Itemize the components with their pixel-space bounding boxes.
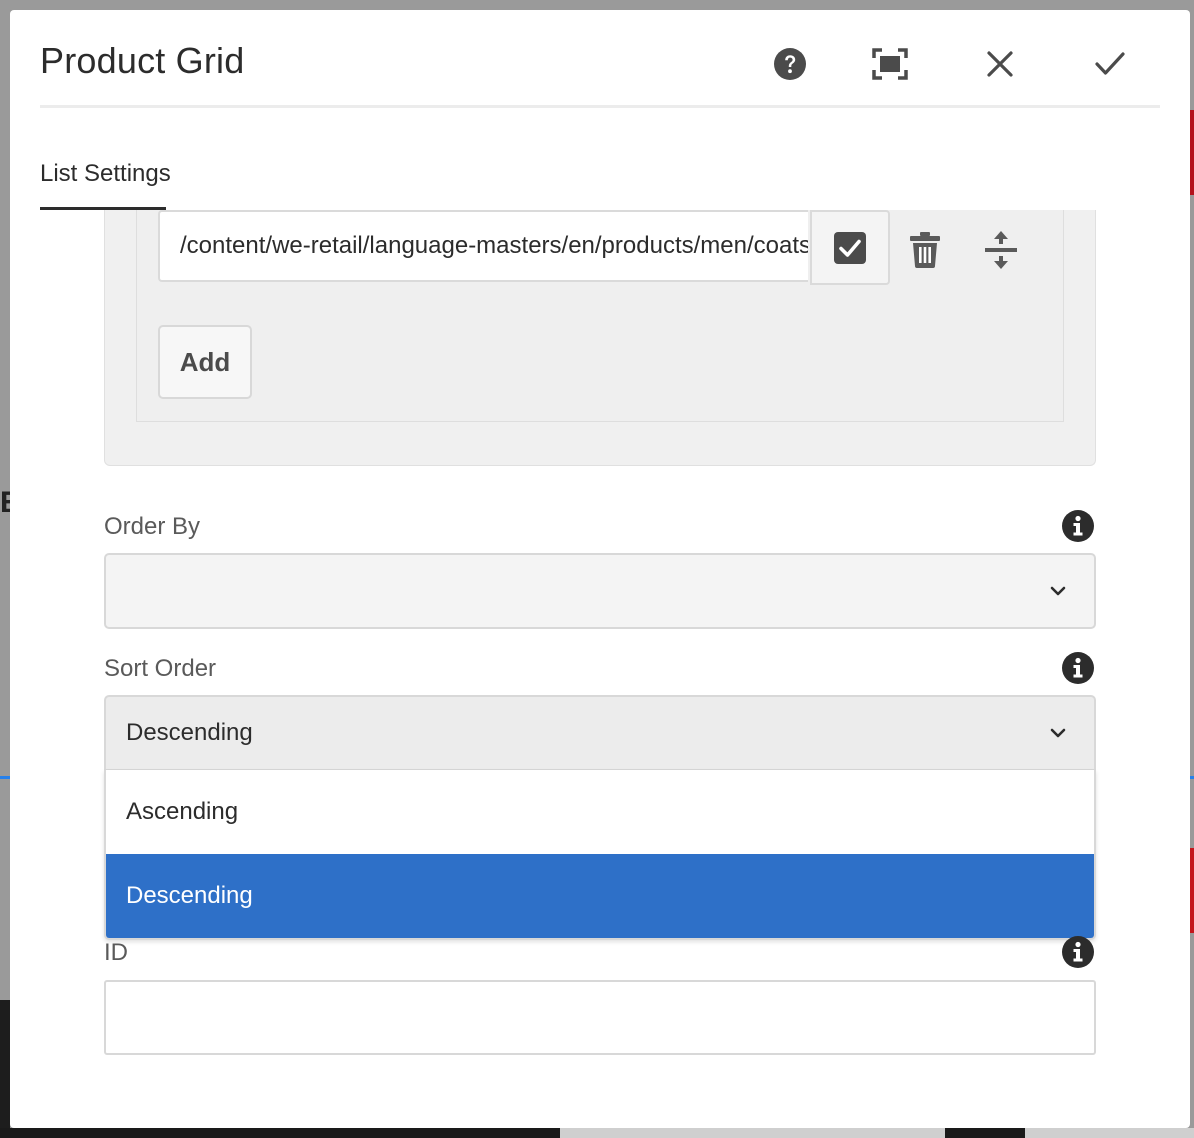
sort-order-label: Sort Order — [104, 655, 217, 682]
chevron-down-icon — [1050, 586, 1066, 596]
id-input[interactable] — [104, 980, 1096, 1055]
background-image-fragment — [1190, 848, 1194, 933]
checkbox-checked-icon — [834, 231, 866, 264]
background-image-fragment — [1190, 110, 1194, 195]
add-item-button[interactable]: Add — [158, 325, 252, 399]
checkmark-icon — [1095, 52, 1125, 75]
info-icon[interactable] — [1061, 509, 1095, 543]
background-accent-line — [0, 776, 10, 779]
tab-list-settings[interactable]: List Settings — [40, 160, 171, 188]
path-field-input[interactable]: /content/we-retail/language-masters/en/p… — [158, 210, 808, 282]
product-grid-dialog: Product Grid List Settings /content/we-r… — [10, 10, 1190, 1128]
trash-icon — [910, 232, 940, 268]
background-image-fragment — [0, 1000, 10, 1138]
sort-order-dropdown: Ascending Descending — [104, 770, 1096, 940]
info-icon[interactable] — [1061, 651, 1095, 685]
help-button[interactable] — [770, 44, 810, 84]
sort-order-value: Descending — [126, 719, 253, 746]
reorder-item-handle[interactable] — [976, 225, 1026, 275]
fullscreen-icon — [872, 48, 908, 80]
id-label: ID — [104, 939, 128, 966]
background-footer-dark — [0, 1128, 560, 1138]
dropdown-option-ascending[interactable]: Ascending — [106, 770, 1094, 854]
done-button[interactable] — [1090, 44, 1130, 84]
order-by-select[interactable] — [104, 553, 1096, 629]
help-icon — [774, 48, 806, 80]
close-icon — [987, 51, 1013, 77]
fullscreen-button[interactable] — [870, 44, 910, 84]
background-accent-line — [1190, 776, 1194, 779]
background-footer-dark — [945, 1128, 1025, 1138]
order-by-label: Order By — [104, 513, 201, 540]
sort-order-select[interactable]: Descending — [104, 695, 1096, 771]
header-divider — [40, 105, 1160, 108]
dropdown-option-descending[interactable]: Descending — [106, 854, 1094, 938]
chevron-down-icon — [1050, 728, 1066, 738]
delete-item-button[interactable] — [900, 225, 950, 275]
dialog-title: Product Grid — [40, 40, 245, 81]
close-button[interactable] — [980, 44, 1020, 84]
path-browser-button[interactable] — [810, 210, 890, 285]
background-page-text: E — [0, 488, 10, 518]
drag-handle-icon — [985, 231, 1017, 269]
info-icon[interactable] — [1061, 935, 1095, 969]
